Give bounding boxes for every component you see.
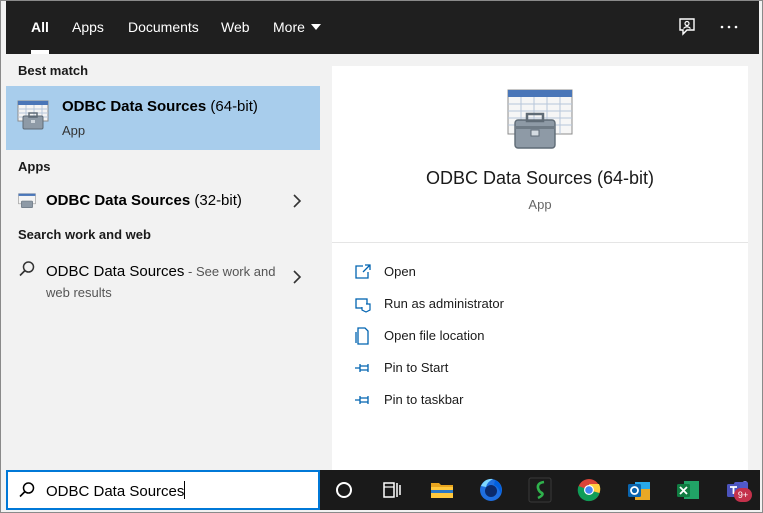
- best-match-title-bold: ODBC Data Sources: [62, 98, 207, 115]
- action-pin-to-taskbar[interactable]: Pin to taskbar: [354, 389, 654, 413]
- app-icon[interactable]: [526, 476, 554, 504]
- odbc-app-icon: [17, 100, 49, 130]
- excel-icon[interactable]: [674, 476, 702, 504]
- web-result[interactable]: ODBC Data Sources - See work and web res…: [6, 255, 320, 303]
- open-icon: [355, 264, 371, 279]
- divider: [332, 242, 748, 243]
- cortana-icon[interactable]: [330, 476, 358, 504]
- app-result-title-bold: ODBC Data Sources: [46, 192, 191, 209]
- tab-more[interactable]: More: [273, 1, 321, 54]
- pin-icon: [355, 396, 369, 404]
- pin-icon: [355, 364, 369, 372]
- app-result-label: ODBC Data Sources (32-bit): [46, 192, 242, 209]
- web-result-label: ODBC Data Sources - See work and web res…: [46, 261, 275, 303]
- chevron-down-icon: [310, 24, 321, 30]
- file-explorer-icon[interactable]: [428, 476, 456, 504]
- chevron-right-icon[interactable]: [292, 270, 302, 284]
- best-match-subtitle: App: [62, 123, 86, 138]
- app-result-title-rest: (32-bit): [190, 192, 242, 209]
- teams-notification-badge: 9+: [734, 488, 752, 502]
- best-match-title: ODBC Data Sources (64-bit): [62, 98, 258, 115]
- results-panel: Best match ODBC Data Sources (64-bit) Ap…: [6, 54, 320, 470]
- web-heading: Search work and web: [18, 227, 151, 242]
- tab-all[interactable]: All: [31, 1, 49, 54]
- action-pin-to-start-label: Pin to Start: [384, 360, 449, 375]
- search-tab-bar: All Apps Documents Web More: [6, 1, 759, 54]
- action-pin-to-taskbar-label: Pin to taskbar: [384, 392, 464, 407]
- preview-panel: ODBC Data Sources (64-bit) App Open Run …: [332, 66, 748, 470]
- tab-documents-label: Documents: [128, 19, 199, 35]
- apps-heading: Apps: [18, 159, 51, 174]
- tab-apps-label: Apps: [72, 19, 104, 35]
- best-match-title-rest: (64-bit): [206, 98, 258, 115]
- task-view-icon[interactable]: [378, 476, 406, 504]
- web-result-query: ODBC Data Sources: [46, 263, 185, 280]
- best-match-result[interactable]: ODBC Data Sources (64-bit) App: [6, 86, 320, 150]
- odbc-app-icon: [507, 89, 573, 149]
- text-caret: [184, 481, 186, 499]
- tab-more-label: More: [273, 19, 305, 35]
- action-pin-to-start[interactable]: Pin to Start: [354, 357, 654, 381]
- tab-apps[interactable]: Apps: [72, 1, 104, 54]
- more-options-icon[interactable]: [718, 16, 740, 38]
- search-input[interactable]: ODBC Data Sources: [46, 481, 306, 500]
- best-match-heading: Best match: [18, 63, 89, 78]
- outlook-icon[interactable]: [625, 476, 653, 504]
- search-icon: [19, 482, 35, 498]
- chevron-right-icon[interactable]: [292, 194, 302, 208]
- search-icon: [19, 261, 35, 277]
- run-as-admin-icon: [355, 298, 371, 313]
- odbc-app-icon: [18, 193, 36, 209]
- tab-all-label: All: [31, 19, 49, 35]
- action-open-file-location[interactable]: Open file location: [354, 325, 654, 349]
- action-run-as-admin-label: Run as administrator: [384, 296, 504, 311]
- search-input-value: ODBC Data Sources: [46, 483, 185, 500]
- tab-documents[interactable]: Documents: [128, 1, 199, 54]
- action-open-file-location-label: Open file location: [384, 328, 485, 343]
- web-result-suffix-2: web results: [46, 285, 112, 300]
- taskbar: 9+: [320, 470, 760, 510]
- app-result-odbc-32[interactable]: ODBC Data Sources (32-bit): [6, 186, 320, 216]
- firefox-icon[interactable]: [477, 476, 505, 504]
- start-search-window: All Apps Documents Web More Best match O…: [0, 0, 763, 513]
- action-open-label: Open: [384, 264, 416, 279]
- preview-subtitle: App: [528, 197, 552, 212]
- action-open[interactable]: Open: [354, 261, 654, 285]
- tab-web[interactable]: Web: [221, 1, 250, 54]
- chrome-icon[interactable]: [575, 476, 603, 504]
- search-box[interactable]: ODBC Data Sources: [6, 470, 320, 510]
- web-result-suffix: - See work and: [184, 264, 276, 279]
- file-location-icon: [355, 327, 369, 345]
- action-run-as-admin[interactable]: Run as administrator: [354, 293, 654, 317]
- feedback-icon[interactable]: [676, 16, 698, 38]
- preview-title: ODBC Data Sources (64-bit): [425, 168, 655, 188]
- tab-web-label: Web: [221, 19, 250, 35]
